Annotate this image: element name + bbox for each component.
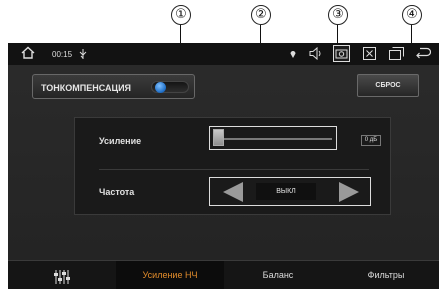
- gain-slider[interactable]: [209, 126, 337, 150]
- gain-slider-thumb[interactable]: [213, 129, 224, 146]
- arrow-right-icon[interactable]: [338, 182, 360, 207]
- reset-button[interactable]: СБРОС: [357, 74, 419, 97]
- location-icon: [290, 50, 296, 60]
- home-icon[interactable]: [21, 46, 35, 61]
- tab-balance[interactable]: Баланс: [224, 261, 332, 289]
- tab-equalizer[interactable]: [8, 261, 116, 289]
- equalizer-icon: [53, 268, 71, 289]
- clock: 00:15: [52, 50, 73, 59]
- divider: [99, 169, 369, 170]
- frequency-value: ВЫКЛ: [256, 183, 316, 200]
- frequency-label: Частота: [99, 187, 135, 197]
- settings-panel: Усиление 0 дБ Частота ВЫКЛ: [74, 117, 391, 215]
- callout-2: ②: [251, 5, 271, 25]
- window-icon[interactable]: [389, 47, 404, 62]
- tab-filters[interactable]: Фильтры: [332, 261, 439, 289]
- loudness-control: ТОНКОМПЕНСАЦИЯ: [32, 74, 195, 99]
- arrow-left-icon[interactable]: [222, 182, 244, 207]
- toggle-knob: [155, 82, 166, 93]
- camera-icon[interactable]: [333, 45, 350, 64]
- bottom-tab-bar: Усиление НЧ Баланс Фильтры: [8, 260, 439, 289]
- loudness-label: ТОНКОМПЕНСАЦИЯ: [41, 83, 132, 93]
- gain-label: Усиление: [99, 136, 142, 146]
- callout-4: ④: [402, 5, 422, 25]
- frequency-selector: ВЫКЛ: [209, 177, 371, 206]
- gain-value: 0 дБ: [361, 135, 381, 146]
- status-bar: 00:15: [8, 43, 439, 65]
- tab-bass-boost[interactable]: Усиление НЧ: [116, 261, 224, 289]
- close-box-icon[interactable]: [363, 47, 376, 62]
- volume-icon[interactable]: [309, 46, 323, 62]
- callout-1: ①: [171, 5, 191, 25]
- loudness-toggle[interactable]: [151, 81, 189, 93]
- head-unit-screen: 00:15 ТОНКОМПЕНСАЦИЯ СБРОС Усиление 0 дБ…: [8, 43, 439, 289]
- callout-3: ③: [328, 5, 348, 25]
- back-icon[interactable]: [415, 47, 432, 62]
- gain-slider-track: [218, 138, 332, 140]
- usb-icon: [78, 49, 88, 59]
